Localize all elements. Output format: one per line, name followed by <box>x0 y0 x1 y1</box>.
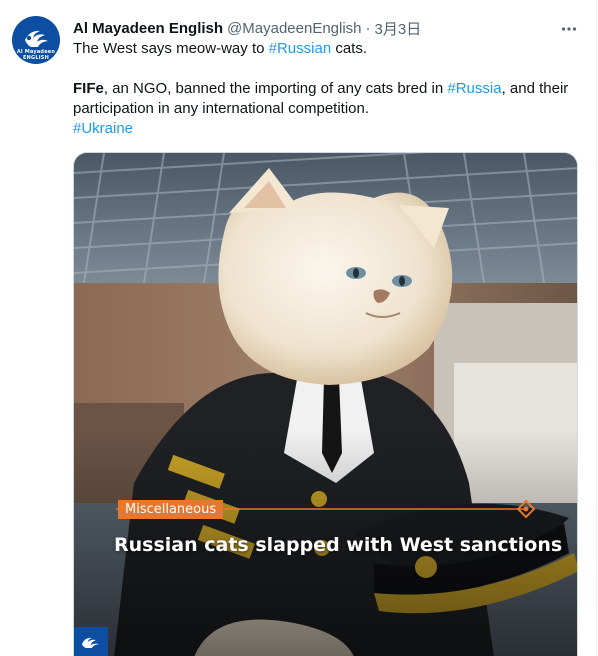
media-headline: Russian cats slapped with West sanctions <box>114 534 563 556</box>
hashtag-russia[interactable]: #Russia <box>447 80 501 97</box>
timestamp[interactable]: 3月3日 <box>375 18 422 39</box>
avatar[interactable]: Al Mayadeen ENGLISH <box>12 16 60 64</box>
tweet-media[interactable]: Miscellaneous Russian cats slapped with … <box>73 152 578 656</box>
al-mayadeen-logo-icon <box>82 637 99 648</box>
text-segment: The West says meow-way to <box>73 40 269 57</box>
user-handle[interactable]: @MayadeenEnglish <box>227 20 361 37</box>
avatar-brand: Al Mayadeen ENGLISH <box>12 49 60 61</box>
cat-photo <box>74 153 577 656</box>
tweet-header: Al Mayadeen English @MayadeenEnglish · 3… <box>73 17 421 39</box>
text-segment: , an NGO, banned the importing of any ca… <box>103 80 448 97</box>
avatar-sub-text: ENGLISH <box>23 55 49 61</box>
corner-logo <box>74 627 108 656</box>
hashtag-russian[interactable]: #Russian <box>269 40 332 57</box>
separator-dot: · <box>365 19 371 37</box>
tweet-line-1: The West says meow-way to #Russian cats. <box>73 39 583 59</box>
tweet-card[interactable]: Al Mayadeen ENGLISH Al Mayadeen English … <box>0 0 597 656</box>
bold-text: FIFe <box>73 80 104 97</box>
more-horizontal-icon <box>561 27 577 31</box>
text-segment: cats. <box>331 40 368 57</box>
hashtag-ukraine[interactable]: #Ukraine <box>73 120 133 137</box>
category-tag: Miscellaneous <box>118 500 224 519</box>
display-name[interactable]: Al Mayadeen English <box>73 20 223 37</box>
tweet-line-3: #Ukraine <box>73 119 583 139</box>
tweet-text: The West says meow-way to #Russian cats.… <box>73 39 583 139</box>
tweet-line-2: FIFe, an NGO, banned the importing of an… <box>73 79 583 119</box>
